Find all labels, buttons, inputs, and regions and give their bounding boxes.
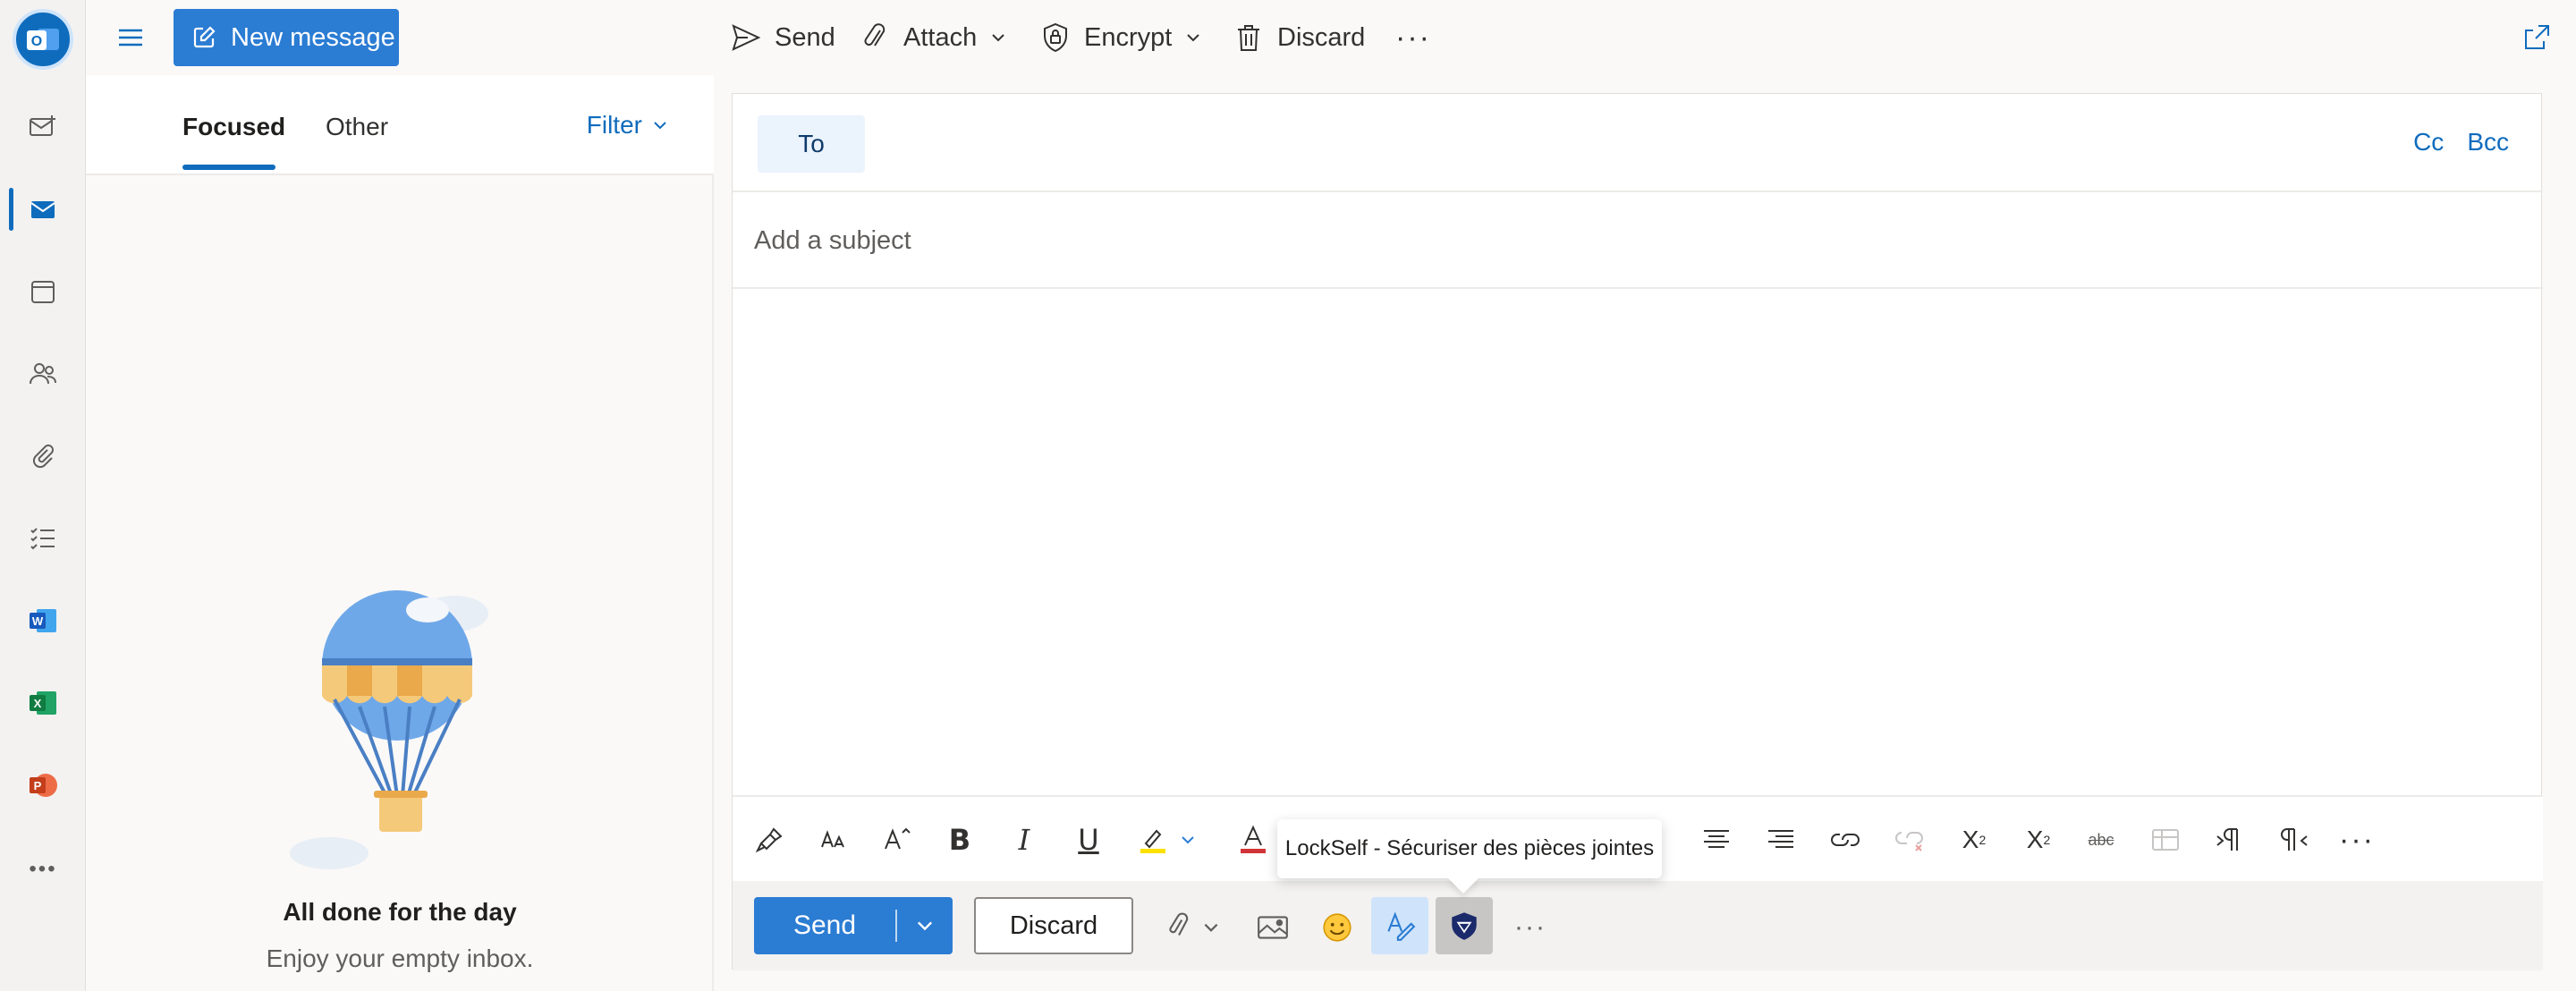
rail-attachments[interactable] [0, 415, 86, 497]
attach-command[interactable]: Attach [859, 16, 1007, 59]
compose-more-icon[interactable]: ··· [1507, 904, 1554, 951]
rail-excel[interactable]: X [0, 662, 86, 744]
rtl-paragraph-icon[interactable] [2271, 817, 2318, 863]
underline-icon[interactable]: U [1065, 817, 1112, 863]
emoji-icon[interactable] [1314, 904, 1360, 951]
new-message-label: New message [231, 22, 395, 52]
trash-icon [1238, 25, 1259, 51]
bold-icon[interactable]: B [936, 817, 983, 863]
attach-file-icon[interactable] [1155, 904, 1201, 951]
send-icon [732, 24, 761, 51]
popout-icon[interactable] [2521, 21, 2553, 54]
new-mail-icon [30, 115, 55, 136]
rail-todo[interactable] [0, 497, 86, 580]
subscript-icon[interactable]: X2 [2015, 817, 2062, 863]
filter-label: Filter [586, 111, 642, 139]
bcc-button[interactable]: Bcc [2467, 128, 2509, 157]
word-icon: W [30, 609, 56, 632]
superscript-icon[interactable]: X2 [1951, 817, 1997, 863]
svg-text:X: X [34, 697, 42, 710]
cc-bcc-links: Cc Bcc [2413, 128, 2509, 157]
tab-active-indicator [182, 165, 275, 170]
discard-button[interactable]: Discard [974, 897, 1133, 954]
subject-row [733, 192, 2543, 289]
subject-input[interactable] [754, 214, 2507, 267]
hamburger-icon[interactable] [113, 20, 148, 55]
todo-icon [30, 528, 55, 550]
format-painter-icon[interactable] [747, 817, 793, 863]
send-command-label: Send [775, 22, 835, 52]
paperclip-icon [864, 23, 886, 47]
discard-command-label: Discard [1277, 22, 1366, 52]
editor-icon[interactable] [1371, 897, 1428, 954]
powerpoint-icon: P [30, 774, 57, 797]
chevron-down-icon [1187, 34, 1200, 42]
align-right-icon[interactable] [1758, 817, 1804, 863]
send-command[interactable]: Send [730, 16, 835, 59]
rail-word[interactable]: W [0, 580, 86, 662]
outlook-logo-icon[interactable]: O [13, 9, 73, 70]
message-list-pane: Focused Other Filter All done for the da… [86, 75, 714, 991]
italic-icon[interactable]: I [1001, 817, 1047, 863]
filter-button[interactable]: Filter [587, 111, 669, 140]
insert-picture-icon[interactable] [1250, 904, 1296, 951]
rail-people[interactable] [0, 333, 86, 415]
align-center-icon[interactable] [1693, 817, 1740, 863]
recipients-row: To Cc Bcc [733, 94, 2543, 192]
empty-state-title: All done for the day [283, 898, 517, 926]
outlook-glyph: O [27, 29, 59, 50]
shield-lock-icon [1044, 22, 1067, 53]
calendar-icon [31, 281, 55, 303]
rail-powerpoint[interactable]: P [0, 744, 86, 826]
send-split-button[interactable]: Send [754, 897, 953, 954]
font-size-icon[interactable] [811, 817, 858, 863]
format-more-icon[interactable]: ··· [2334, 817, 2380, 863]
attach-dropdown-chevron-icon[interactable] [1198, 904, 1224, 951]
chevron-down-icon [992, 34, 1004, 42]
balloon-illustration [290, 590, 488, 869]
compose-icon [193, 26, 216, 48]
highlight-dropdown-chevron-icon[interactable] [1174, 817, 1201, 863]
rail-new-mail[interactable] [0, 86, 86, 168]
compose-action-bar: Send Discard ··· [733, 881, 2543, 970]
empty-state-subtitle: Enjoy your empty inbox. [266, 944, 534, 972]
remove-link-icon [1886, 817, 1933, 863]
lockself-addin-icon[interactable] [1436, 897, 1493, 954]
to-button[interactable]: To [758, 115, 865, 173]
people-icon [30, 363, 56, 385]
highlight-icon[interactable] [1130, 817, 1176, 863]
strikethrough-icon[interactable]: abc [2078, 817, 2124, 863]
svg-text:O: O [31, 34, 42, 49]
command-bar: New message Send Attach Encrypt Discard … [86, 0, 2576, 75]
send-options-chevron-icon[interactable] [897, 915, 953, 936]
grow-font-icon[interactable] [874, 817, 920, 863]
send-button-label[interactable]: Send [754, 911, 895, 941]
more-options-icon[interactable]: ··· [1395, 16, 1431, 59]
app-rail: O W X P ••• [0, 0, 86, 991]
chevron-down-icon [654, 122, 666, 130]
send-split-divider [895, 910, 897, 942]
more-apps-icon[interactable]: ••• [0, 828, 86, 911]
insert-link-icon[interactable] [1822, 817, 1868, 863]
excel-icon: X [30, 691, 56, 715]
tab-other[interactable]: Other [326, 113, 388, 141]
svg-text:W: W [32, 614, 44, 628]
discard-command[interactable]: Discard [1233, 16, 1365, 59]
encrypt-command-label: Encrypt [1084, 22, 1173, 52]
svg-text:P: P [34, 779, 42, 792]
list-header: Focused Other Filter [86, 75, 714, 175]
lockself-tooltip: LockSelf - Sécuriser des pièces jointes [1277, 819, 1662, 878]
tab-focused[interactable]: Focused [182, 113, 285, 141]
font-color-icon[interactable] [1230, 817, 1276, 863]
rail-calendar[interactable] [0, 250, 86, 333]
new-message-button[interactable]: New message [174, 9, 399, 66]
attach-command-label: Attach [903, 22, 978, 52]
cc-button[interactable]: Cc [2413, 128, 2444, 157]
ltr-paragraph-icon[interactable] [2207, 817, 2253, 863]
encrypt-command[interactable]: Encrypt [1039, 16, 1202, 59]
rail-mail[interactable] [0, 168, 86, 250]
attachment-icon [32, 445, 54, 469]
mail-icon [30, 201, 55, 218]
insert-table-icon [2142, 817, 2189, 863]
